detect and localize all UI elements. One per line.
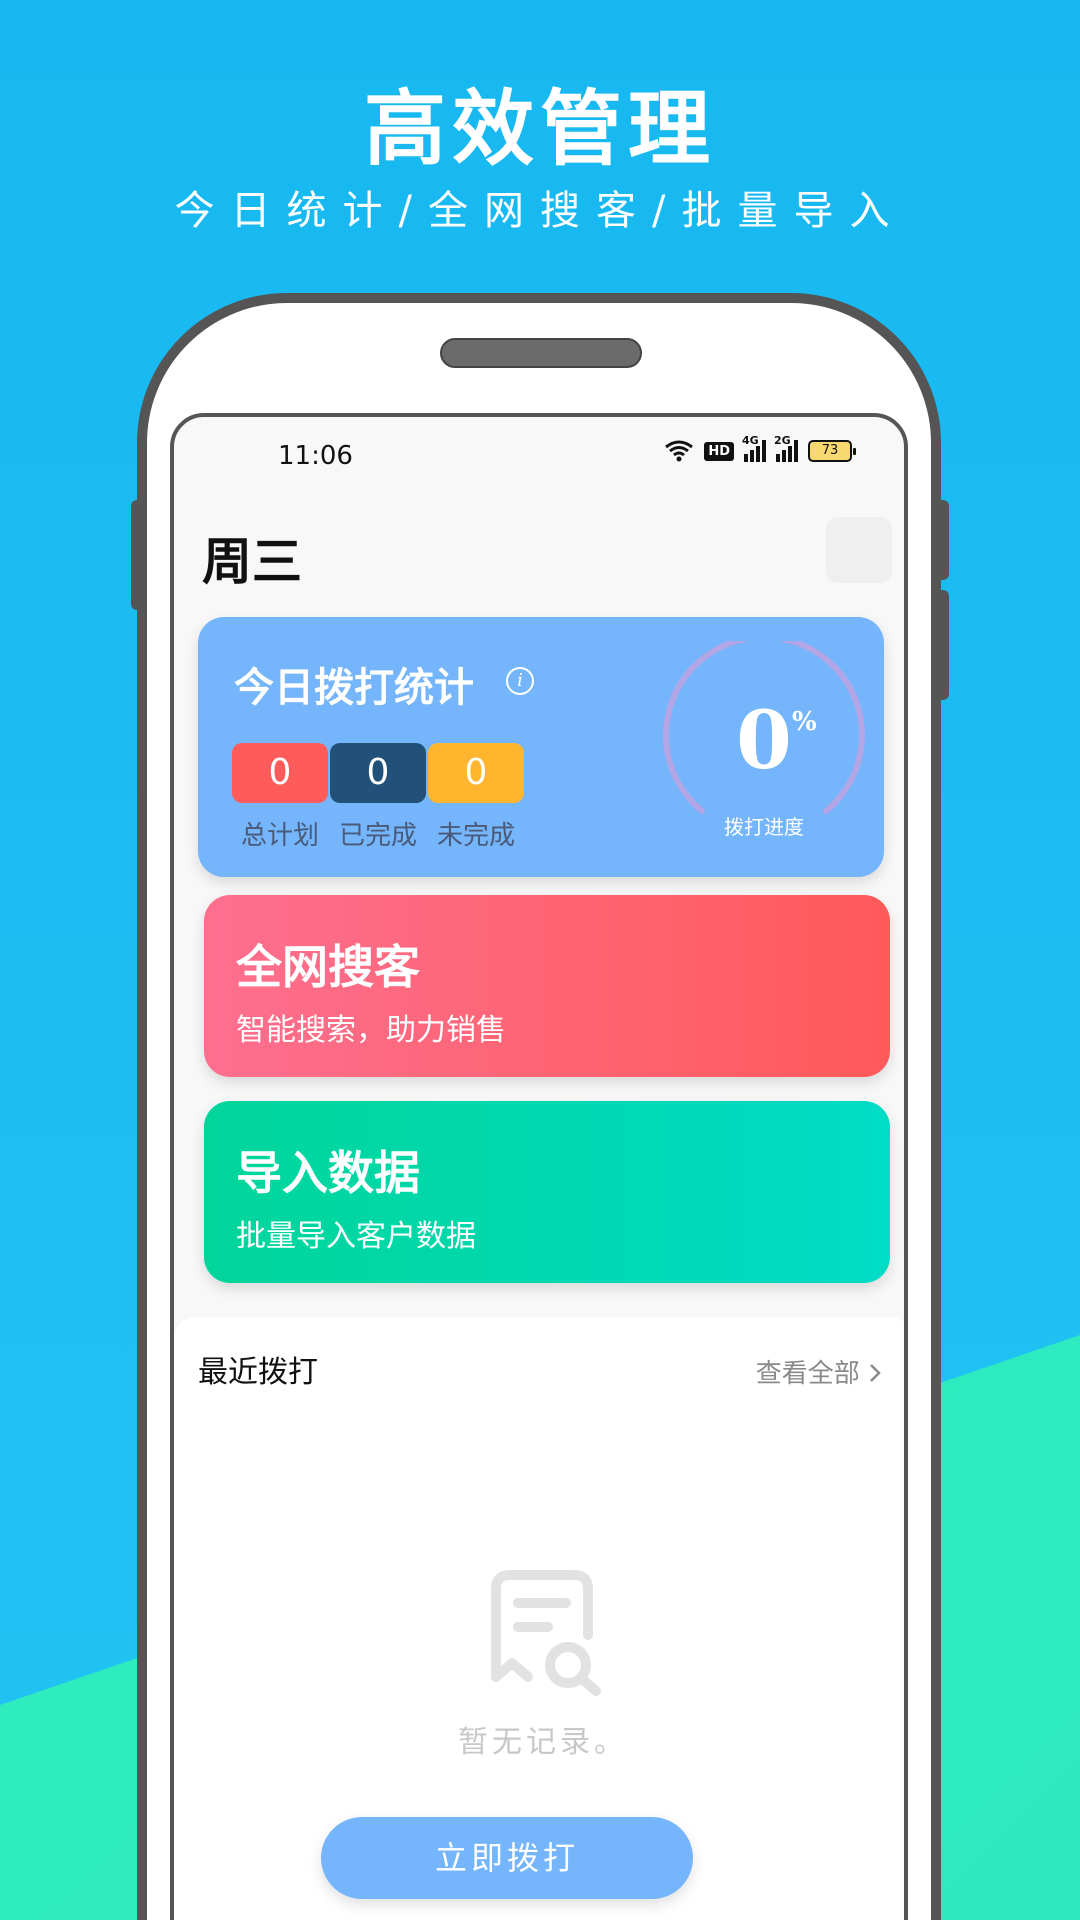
progress-value: 0 — [736, 693, 792, 787]
progress-unit: % — [792, 707, 817, 737]
signal-4g-icon: 4G — [742, 434, 766, 462]
chevron-right-icon — [870, 1364, 881, 1382]
stat-incomplete-value: 0 — [428, 743, 524, 803]
call-progress-gauge: 0 % 拨打进度 — [660, 634, 868, 849]
promo-subtitle: 今日统计/全网搜客/批量导入 — [174, 188, 906, 234]
stat-total-plan-value: 0 — [232, 743, 328, 803]
stat-incomplete-label: 未完成 — [436, 821, 515, 851]
status-icons: HD 4G 2G 73 — [664, 434, 856, 463]
signal-4g-label: 4G — [742, 434, 759, 447]
info-icon[interactable]: i — [506, 667, 534, 695]
import-data-title: 导入数据 — [236, 1146, 420, 1200]
progress-label: 拨打进度 — [724, 815, 804, 839]
recent-calls-title: 最近拨打 — [198, 1355, 318, 1390]
network-search-card[interactable]: 全网搜客 智能搜索，助力销售 — [204, 895, 890, 1077]
promo-title: 高效管理 — [363, 82, 716, 177]
empty-record-text: 暂无记录。 — [458, 1725, 628, 1760]
phone-screen: 11:06 HD 4G 2G 73 周三 今日拨打统计 i 0 总计划 0 已完… — [170, 413, 908, 1920]
view-all-label: 查看全部 — [755, 1359, 860, 1389]
network-search-title: 全网搜客 — [236, 940, 420, 994]
signal-2g-label: 2G — [774, 434, 791, 447]
dial-now-button[interactable]: 立即拨打 — [321, 1817, 693, 1899]
import-data-card[interactable]: 导入数据 批量导入客户数据 — [204, 1101, 890, 1283]
today-call-stats-card[interactable]: 今日拨打统计 i 0 总计划 0 已完成 0 未完成 0 % 拨打进度 — [198, 617, 884, 877]
import-data-subtitle: 批量导入客户数据 — [236, 1219, 476, 1254]
stat-total-plan-label: 总计划 — [240, 821, 319, 851]
wifi-icon — [665, 440, 694, 462]
header-action-button[interactable] — [826, 517, 892, 583]
battery-icon: 73 — [808, 440, 856, 462]
stats-title: 今日拨打统计 — [234, 665, 474, 711]
page-title: 周三 — [202, 533, 302, 591]
status-time: 11:06 — [278, 441, 353, 471]
phone-speaker — [440, 338, 642, 368]
stat-completed-label: 已完成 — [338, 821, 417, 851]
hd-icon: HD — [704, 441, 734, 461]
empty-record-icon — [491, 1570, 601, 1696]
view-all-link[interactable]: 查看全部 — [756, 1353, 882, 1390]
network-search-subtitle: 智能搜索，助力销售 — [236, 1013, 506, 1048]
stat-completed-value: 0 — [330, 743, 426, 803]
signal-2g-icon: 2G — [774, 434, 798, 462]
recent-calls-panel: 最近拨打 查看全部 暂无记录。 立即拨打 — [174, 1317, 904, 1920]
